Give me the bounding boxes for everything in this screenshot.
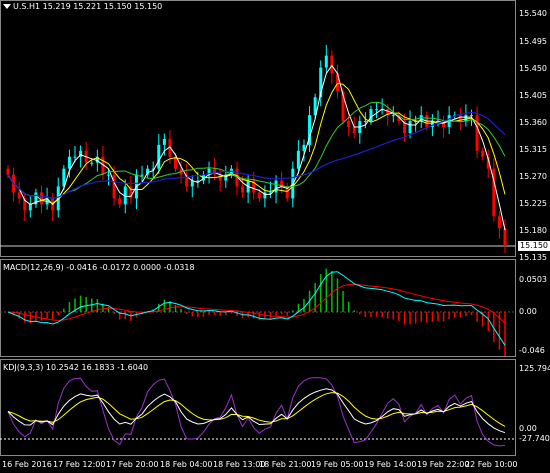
- candle-body: [408, 121, 412, 133]
- symbol-label: U.S.H1: [13, 2, 41, 11]
- time-label: 19 Feb 14:00: [364, 460, 417, 469]
- candle-body: [347, 121, 351, 128]
- candle-body: [391, 115, 395, 117]
- time-label: 19 Feb 05:00: [311, 460, 364, 469]
- macd-tick: -0.046: [519, 346, 545, 355]
- time-label: 19 Feb 22:00: [417, 460, 470, 469]
- price-tick: 15.225: [519, 199, 547, 208]
- triangle-down-icon[interactable]: [3, 4, 11, 9]
- candle-body: [118, 198, 122, 205]
- candle-body: [464, 115, 468, 122]
- candle-body: [241, 186, 245, 193]
- current-price-badge: 15.150: [518, 241, 550, 251]
- candle-body: [40, 192, 44, 205]
- candle-body: [503, 228, 507, 246]
- candle-body: [352, 127, 356, 133]
- time-label: 17 Feb 20:00: [106, 460, 159, 469]
- macd-panel-frame: [0, 259, 516, 357]
- candle-body: [107, 174, 111, 176]
- price-tick: 15.405: [519, 91, 547, 100]
- kdj-tick: -27.7401: [519, 434, 550, 443]
- ohlc-values: 15.219 15.221 15.150 15.150: [42, 2, 163, 11]
- candle-body: [469, 115, 473, 117]
- candle-body: [157, 144, 161, 169]
- time-label: 16 Feb 2016: [2, 460, 52, 469]
- price-tick: 15.495: [519, 37, 547, 46]
- candle-body: [174, 156, 178, 169]
- candle-body: [274, 180, 278, 193]
- candle-body: [375, 109, 379, 111]
- candle-body: [213, 168, 217, 175]
- price-tick: 15.360: [519, 118, 547, 127]
- macd-main-line: [7, 271, 506, 346]
- candle-body: [17, 192, 21, 199]
- candle-body: [67, 156, 71, 169]
- kdj-d-line: [7, 392, 506, 427]
- time-label: 22 Feb 10:00: [465, 460, 518, 469]
- time-label: 18 Feb 13:00: [213, 460, 266, 469]
- candle-body: [475, 115, 479, 151]
- candle-body: [6, 168, 10, 175]
- main-panel-frame: [0, 0, 516, 257]
- candle-body: [112, 174, 116, 199]
- candle-body: [73, 156, 77, 158]
- candle-body: [28, 204, 32, 211]
- candle-body: [90, 162, 94, 164]
- time-label: 18 Feb 21:00: [259, 460, 312, 469]
- price-tick: 15.270: [519, 172, 547, 181]
- price-tick: 15.540: [519, 9, 547, 18]
- candle-body: [162, 138, 166, 145]
- time-label: 17 Feb 12:00: [53, 460, 106, 469]
- price-tick: 15.450: [519, 64, 547, 73]
- time-label: 18 Feb 04:00: [160, 460, 213, 469]
- candle-body: [218, 174, 222, 181]
- kdj-tick: 0.00: [519, 424, 537, 433]
- candle-body: [497, 216, 501, 229]
- price-tick: 15.180: [519, 226, 547, 235]
- candle-body: [257, 192, 261, 199]
- price-tick: 15.135: [519, 253, 547, 262]
- kdj-tick: 125.7940: [519, 364, 550, 373]
- chart-header: U.S.H1 15.219 15.221 15.150 15.150: [13, 2, 162, 12]
- price-chart-canvas[interactable]: [0, 0, 550, 473]
- kdj-title: KDJ(9,3,3) 10.2542 16.1833 -1.6040: [3, 363, 149, 372]
- candle-body: [140, 174, 144, 176]
- candle-body: [324, 55, 328, 68]
- candle-body: [481, 150, 485, 157]
- candle-body: [296, 150, 300, 169]
- macd-title: MACD(12,26,9) -0.0416 -0.0172 0.0000 -0.…: [3, 263, 195, 272]
- ma-white-line: [7, 64, 506, 231]
- candle-body: [330, 55, 334, 74]
- kdj-panel-frame: [0, 359, 516, 456]
- price-tick: 15.315: [519, 145, 547, 154]
- macd-tick: 0.0503: [519, 275, 547, 284]
- macd-tick: 0.00: [519, 307, 537, 316]
- candle-body: [363, 121, 367, 123]
